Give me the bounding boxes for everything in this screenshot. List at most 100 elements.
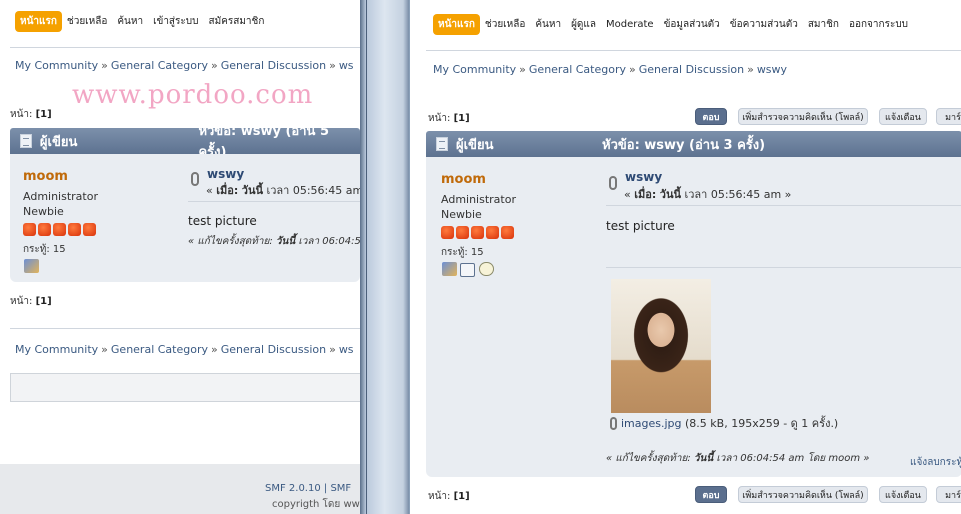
menu-search[interactable]: ค้นหา <box>112 12 148 31</box>
crumb-topic[interactable]: ws <box>339 59 354 72</box>
post-body: test picture <box>606 219 675 233</box>
crumb-board[interactable]: General Discussion <box>221 343 326 356</box>
profile-icon[interactable] <box>24 259 39 273</box>
pagination-label: หน้า: <box>10 296 33 307</box>
menu-messages[interactable]: ข้อความส่วนตัว <box>725 15 803 34</box>
crumb-topic[interactable]: ws <box>339 343 354 356</box>
document-icon <box>436 137 448 151</box>
crumb-category[interactable]: General Category <box>111 59 208 72</box>
notify-button[interactable]: แจ้งเตือน <box>879 486 927 503</box>
timestamp-prefix: « <box>206 184 217 197</box>
add-poll-button[interactable]: เพิ่มสำรวจความคิดเห็น (โพลล์) <box>738 108 868 125</box>
footer-smf-version[interactable]: SMF 2.0.10 | SMF <box>265 483 351 494</box>
poster-rank: Newbie <box>441 208 482 221</box>
poster-name[interactable]: moom <box>23 169 68 184</box>
crumb-category[interactable]: General Category <box>529 63 626 76</box>
quote-icon[interactable] <box>479 262 494 276</box>
timestamp-time: เวลา 05:56:45 am <box>262 184 360 197</box>
attachment-image[interactable] <box>611 279 711 413</box>
timestamp-day: วันนี้ <box>659 188 681 201</box>
crumb-topic[interactable]: wswy <box>757 63 787 76</box>
footer-smf-link[interactable]: SMF 2.0.10 | SMF <box>265 483 351 494</box>
crumb-board[interactable]: General Discussion <box>639 63 744 76</box>
menu-admin[interactable]: ผู้ดูแล <box>566 15 601 34</box>
crumb-board[interactable]: General Discussion <box>221 59 326 72</box>
timestamp-prefix: « <box>624 188 635 201</box>
star-icon <box>441 226 454 239</box>
window-separator <box>360 0 409 514</box>
post-subject[interactable]: wswy <box>625 170 662 184</box>
last-edit-note: « แก้ไขครั้งสุดท้าย: วันนี้ เวลา 06:04:5… <box>606 451 869 466</box>
menu-search[interactable]: ค้นหา <box>530 15 566 34</box>
topic-header-bar: ผู้เขียน หัวข้อ: wswy (อ่าน 5 ครั้ง) <box>10 124 360 160</box>
post-body: test picture <box>188 214 257 228</box>
page-link[interactable]: [1] <box>454 491 470 502</box>
mark-button[interactable]: มาร์ค <box>936 486 961 503</box>
crumb-community[interactable]: My Community <box>15 343 98 356</box>
menu-home[interactable]: หน้าแรก <box>15 11 62 32</box>
menu-home[interactable]: หน้าแรก <box>433 14 480 35</box>
divider <box>10 328 360 329</box>
page-link[interactable]: [1] <box>36 296 52 307</box>
menu-help[interactable]: ช่วยเหลือ <box>62 12 112 31</box>
menu-profile[interactable]: ข้อมูลส่วนตัว <box>659 15 725 34</box>
post-timestamp: « เมื่อ: วันนี้ เวลา 05:56:45 am » <box>624 185 791 203</box>
right-main-menu: หน้าแรก ช่วยเหลือ ค้นหา ผู้ดูแล Moderate… <box>433 14 913 35</box>
footer-copyright: copyrigth โดย www <box>272 499 360 510</box>
star-icon <box>456 226 469 239</box>
rank-stars <box>441 226 514 239</box>
attachment-link[interactable]: images.jpg <box>621 417 682 430</box>
star-icon <box>23 223 36 236</box>
rank-stars <box>23 223 96 236</box>
topic-title: หัวข้อ: wswy (อ่าน 3 ครั้ง) <box>602 137 766 153</box>
pagination-label: หน้า: <box>10 109 33 120</box>
menu-members[interactable]: สมาชิก <box>803 15 844 34</box>
pagination-bottom: หน้า: [1] <box>10 294 52 309</box>
report-to-moderator-link[interactable]: แจ้งลบกระทู้ <box>910 455 961 470</box>
page-link[interactable]: [1] <box>36 109 52 120</box>
topic-header-bar: ผู้เขียน หัวข้อ: wswy (อ่าน 3 ครั้ง) <box>426 131 961 157</box>
last-edit-note: « แก้ไขครั้งสุดท้าย: วันนี้ เวลา 06:04:5 <box>188 234 360 249</box>
post-subject[interactable]: wswy <box>207 167 244 181</box>
notify-button[interactable]: แจ้งเตือน <box>879 108 927 125</box>
add-poll-button[interactable]: เพิ่มสำรวจความคิดเห็น (โพลล์) <box>738 486 868 503</box>
breadcrumb: My Community» General Category» General Di… <box>15 59 354 72</box>
crumb-community[interactable]: My Community <box>15 59 98 72</box>
poster-name[interactable]: moom <box>441 172 486 187</box>
edit-prefix: « แก้ไขครั้งสุดท้าย: <box>606 453 694 464</box>
edit-prefix: « แก้ไขครั้งสุดท้าย: <box>188 236 276 247</box>
star-icon <box>83 223 96 236</box>
profile-icon[interactable] <box>442 262 457 276</box>
menu-help[interactable]: ช่วยเหลือ <box>480 15 530 34</box>
pagination: หน้า: [1] <box>10 107 52 122</box>
breadcrumb-bottom: My Community» General Category» General Di… <box>15 343 354 356</box>
crumb-category[interactable]: General Category <box>111 343 208 356</box>
menu-login[interactable]: เข้าสู่ระบบ <box>148 12 203 31</box>
document-icon <box>20 134 32 148</box>
crumb-community[interactable]: My Community <box>433 63 516 76</box>
mark-button[interactable]: มาร์ค <box>936 108 961 125</box>
divider <box>10 47 360 48</box>
left-main-menu: หน้าแรก ช่วยเหลือ ค้นหา เข้าสู่ระบบ สมัค… <box>15 11 269 32</box>
edit-day: วันนี้ <box>275 236 296 247</box>
star-icon <box>486 226 499 239</box>
breadcrumb: My Community» General Category» General Di… <box>433 63 788 76</box>
paperclip-icon <box>610 417 617 430</box>
quick-reply-box[interactable] <box>10 373 360 402</box>
menu-register[interactable]: สมัครสมาชิก <box>203 12 269 31</box>
star-icon <box>53 223 66 236</box>
menu-moderate[interactable]: Moderate <box>601 17 659 32</box>
pagination-bottom: หน้า: [1] <box>428 489 470 504</box>
email-icon[interactable] <box>460 263 475 277</box>
reply-button[interactable]: ตอบ <box>695 108 727 125</box>
reply-button[interactable]: ตอบ <box>695 486 727 503</box>
timestamp-label: เมื่อ: <box>216 184 239 197</box>
poster-post-count: กระทู้: 15 <box>23 244 66 255</box>
author-column-label: ผู้เขียน <box>456 137 494 153</box>
right-browser-window: หน้าแรก ช่วยเหลือ ค้นหา ผู้ดูแล Moderate… <box>409 0 961 514</box>
menu-logout[interactable]: ออกจากระบบ <box>844 15 913 34</box>
paperclip-icon <box>609 176 617 190</box>
poster-role: Administrator <box>441 193 516 206</box>
page-link[interactable]: [1] <box>454 113 470 124</box>
window-separator-line <box>366 0 367 514</box>
